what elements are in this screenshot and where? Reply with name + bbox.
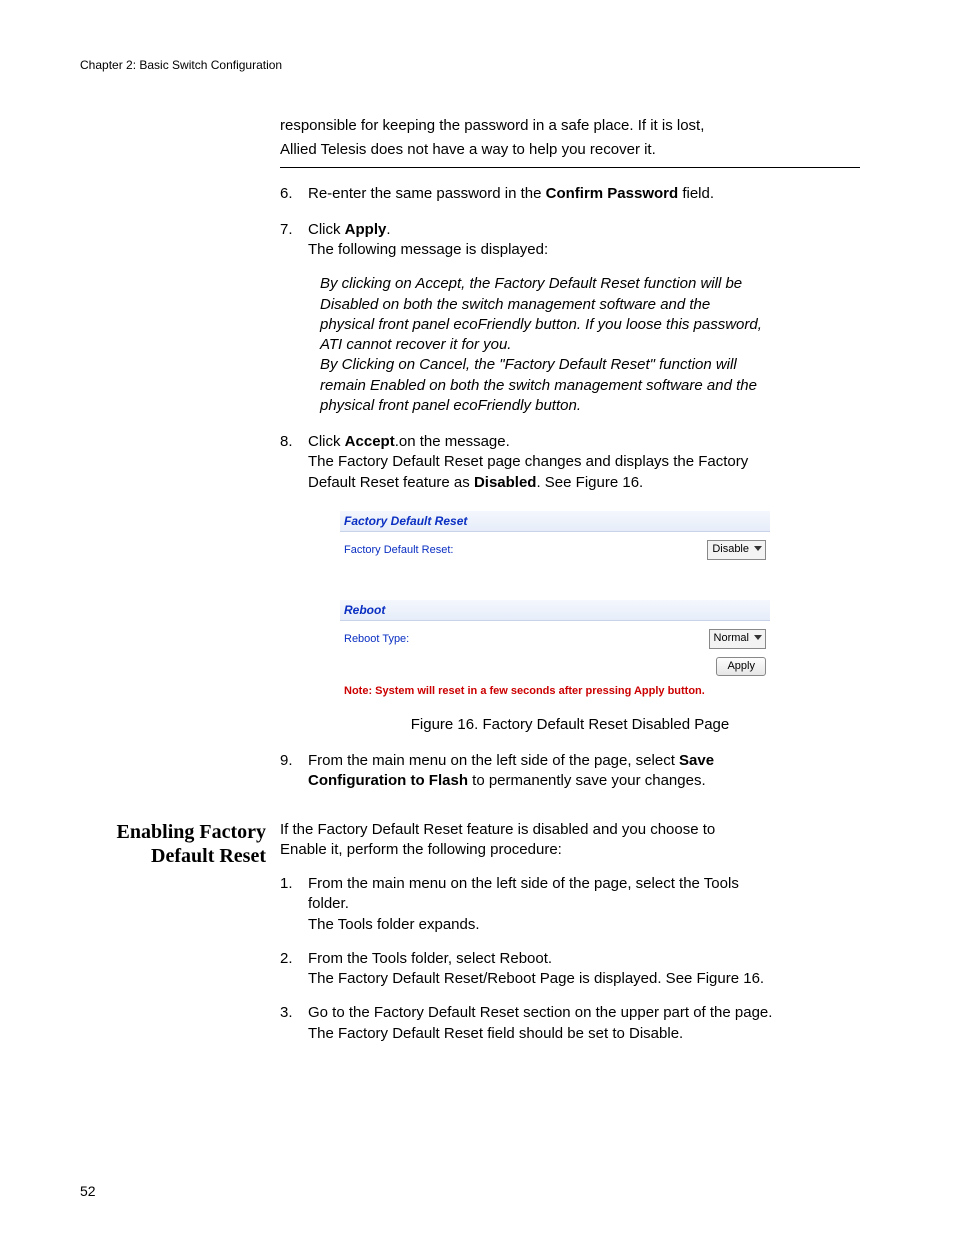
page-number: 52	[80, 1183, 96, 1199]
reboot-type-label: Reboot Type:	[344, 632, 409, 647]
reboot-type-select[interactable]: Normal	[709, 629, 766, 649]
item-text: Re-enter the same password in the Confir…	[308, 184, 860, 204]
item-text: The Factory Default Reset/Reboot Page is…	[308, 969, 874, 989]
chevron-down-icon	[754, 546, 762, 551]
list-item: 9. From the main menu on the left side o…	[280, 751, 860, 792]
item-text: Go to the Factory Default Reset section …	[308, 1003, 874, 1023]
item-text: From the main menu on the left side of t…	[308, 874, 874, 894]
item-text: Configuration to Flash to permanently sa…	[308, 771, 860, 791]
item-text: The following message is displayed:	[308, 240, 860, 260]
apply-button[interactable]: Apply	[716, 657, 766, 676]
fdr-row: Factory Default Reset: Disable	[344, 540, 766, 560]
running-header: Chapter 2: Basic Switch Configuration	[80, 58, 874, 72]
side-heading: Enabling Factory Default Reset	[80, 820, 280, 1044]
list-item: 8. Click Accept.on the message. The Fact…	[280, 432, 860, 493]
embedded-ui-screenshot: Factory Default Reset Factory Default Re…	[340, 511, 770, 699]
item-number: 2.	[280, 949, 300, 990]
intro-line: responsible for keeping the password in …	[280, 116, 860, 136]
intro-line: Allied Telesis does not have a way to he…	[280, 140, 860, 160]
figure-caption: Figure 16. Factory Default Reset Disable…	[280, 715, 860, 735]
item-number: 7.	[280, 220, 300, 261]
reset-warning-note: Note: System will reset in a few seconds…	[344, 684, 766, 699]
item-text: From the Tools folder, select Reboot.	[308, 949, 874, 969]
item-text: The Factory Default Reset field should b…	[308, 1024, 874, 1044]
item-text: The Tools folder expands.	[308, 915, 874, 935]
list-item: 1. From the main menu on the left side o…	[280, 874, 874, 935]
item-number: 1.	[280, 874, 300, 935]
panel-title-fdr: Factory Default Reset	[340, 511, 770, 532]
fdr-label: Factory Default Reset:	[344, 543, 453, 558]
item-text: folder.	[308, 894, 874, 914]
item-number: 9.	[280, 751, 300, 792]
item-number: 3.	[280, 1003, 300, 1044]
list-item: 6. Re-enter the same password in the Con…	[280, 184, 860, 204]
list-item: 2. From the Tools folder, select Reboot.…	[280, 949, 874, 990]
divider	[280, 167, 860, 168]
item-number: 6.	[280, 184, 300, 204]
item-text: From the main menu on the left side of t…	[308, 751, 860, 771]
panel-title-reboot: Reboot	[340, 600, 770, 621]
chevron-down-icon	[754, 635, 762, 640]
item-text: The Factory Default Reset page changes a…	[308, 452, 860, 472]
item-text: Click Accept.on the message.	[308, 432, 860, 452]
reboot-row: Reboot Type: Normal	[344, 629, 766, 649]
side-intro: Enable it, perform the following procedu…	[280, 840, 874, 860]
item-number: 8.	[280, 432, 300, 493]
fdr-select[interactable]: Disable	[707, 540, 766, 560]
list-item: 3. Go to the Factory Default Reset secti…	[280, 1003, 874, 1044]
item-text: Default Reset feature as Disabled. See F…	[308, 473, 860, 493]
quoted-message: By clicking on Accept, the Factory Defau…	[320, 274, 860, 416]
list-item: 7. Click Apply. The following message is…	[280, 220, 860, 261]
item-text: Click Apply.	[308, 220, 860, 240]
side-intro: If the Factory Default Reset feature is …	[280, 820, 874, 840]
